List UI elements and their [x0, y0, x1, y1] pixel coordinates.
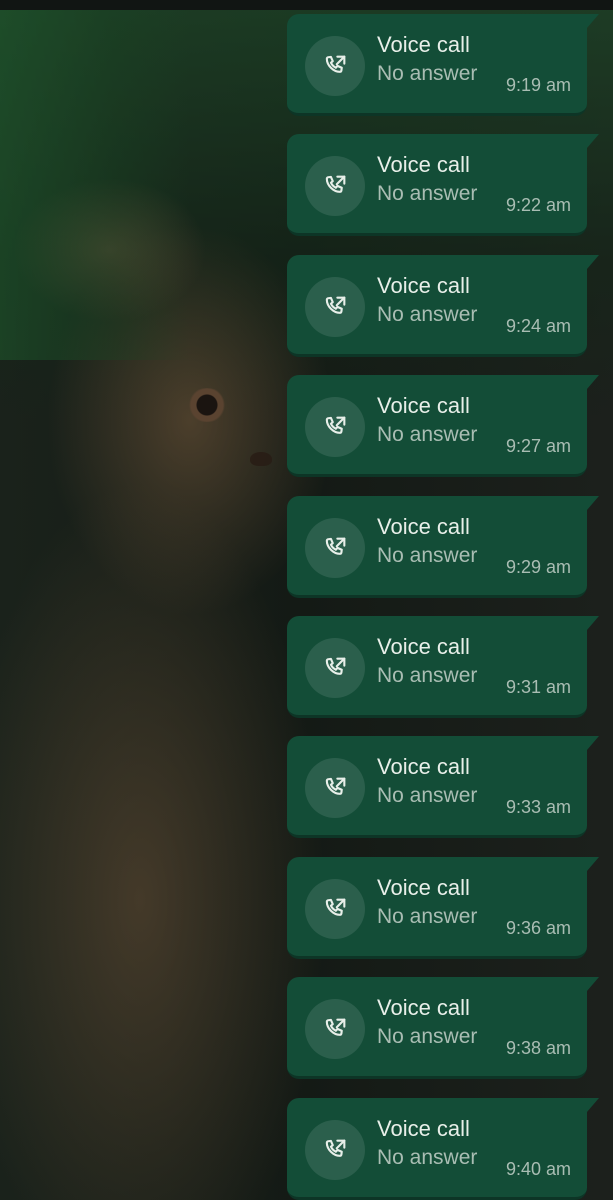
message-timestamp: 9:33 am: [505, 797, 571, 817]
outgoing-call-icon: [305, 36, 365, 96]
message-timestamp: 9:31 am: [505, 677, 571, 697]
outgoing-call-icon: [305, 518, 365, 578]
call-message-bubble[interactable]: Voice call No answer 9:27 am: [287, 375, 599, 477]
message-timestamp: 9:40 am: [505, 1159, 571, 1179]
outgoing-call-icon: [305, 1120, 365, 1180]
call-message-bubble[interactable]: Voice call No answer 9:40 am: [287, 1098, 599, 1200]
call-title: Voice call: [377, 273, 470, 298]
call-message-bubble[interactable]: Voice call No answer 9:22 am: [287, 134, 599, 236]
chat-screen: Voice call No answer 9:19 am Voice call No a…: [0, 0, 613, 1200]
call-status: No answer: [377, 423, 478, 446]
call-status: No answer: [377, 303, 478, 326]
message-list[interactable]: Voice call No answer 9:19 am Voice call No a…: [0, 0, 613, 1200]
call-message-bubble[interactable]: Voice call No answer 9:31 am: [287, 616, 599, 718]
call-status: No answer: [377, 1025, 478, 1048]
call-message-bubble[interactable]: Voice call No answer 9:33 am: [287, 736, 599, 838]
call-title: Voice call: [377, 875, 470, 900]
call-status: No answer: [377, 905, 478, 928]
message-timestamp: 9:22 am: [505, 195, 571, 215]
call-status: No answer: [377, 62, 478, 85]
message-timestamp: 9:19 am: [505, 75, 571, 95]
call-title: Voice call: [377, 152, 470, 177]
message-timestamp: 9:36 am: [505, 918, 571, 938]
outgoing-call-icon: [305, 277, 365, 337]
call-message-bubble[interactable]: Voice call No answer 9:24 am: [287, 255, 599, 357]
message-timestamp: 9:29 am: [505, 557, 571, 577]
call-title: Voice call: [377, 514, 470, 539]
message-timestamp: 9:24 am: [505, 316, 571, 336]
message-timestamp: 9:38 am: [505, 1038, 571, 1058]
call-message-bubble[interactable]: Voice call No answer 9:29 am: [287, 496, 599, 598]
call-status: No answer: [377, 182, 478, 205]
outgoing-call-icon: [305, 156, 365, 216]
message-timestamp: 9:27 am: [505, 436, 571, 456]
call-title: Voice call: [377, 634, 470, 659]
call-status: No answer: [377, 664, 478, 687]
call-title: Voice call: [377, 32, 470, 57]
call-message-bubble[interactable]: Voice call No answer 9:36 am: [287, 857, 599, 959]
call-status: No answer: [377, 784, 478, 807]
outgoing-call-icon: [305, 879, 365, 939]
call-status: No answer: [377, 1146, 478, 1169]
call-title: Voice call: [377, 995, 470, 1020]
call-message-bubble[interactable]: Voice call No answer 9:19 am: [287, 14, 599, 116]
call-status: No answer: [377, 544, 478, 567]
outgoing-call-icon: [305, 758, 365, 818]
call-title: Voice call: [377, 754, 470, 779]
call-message-bubble[interactable]: Voice call No answer 9:38 am: [287, 977, 599, 1079]
outgoing-call-icon: [305, 397, 365, 457]
outgoing-call-icon: [305, 638, 365, 698]
call-title: Voice call: [377, 393, 470, 418]
outgoing-call-icon: [305, 999, 365, 1059]
call-title: Voice call: [377, 1116, 470, 1141]
